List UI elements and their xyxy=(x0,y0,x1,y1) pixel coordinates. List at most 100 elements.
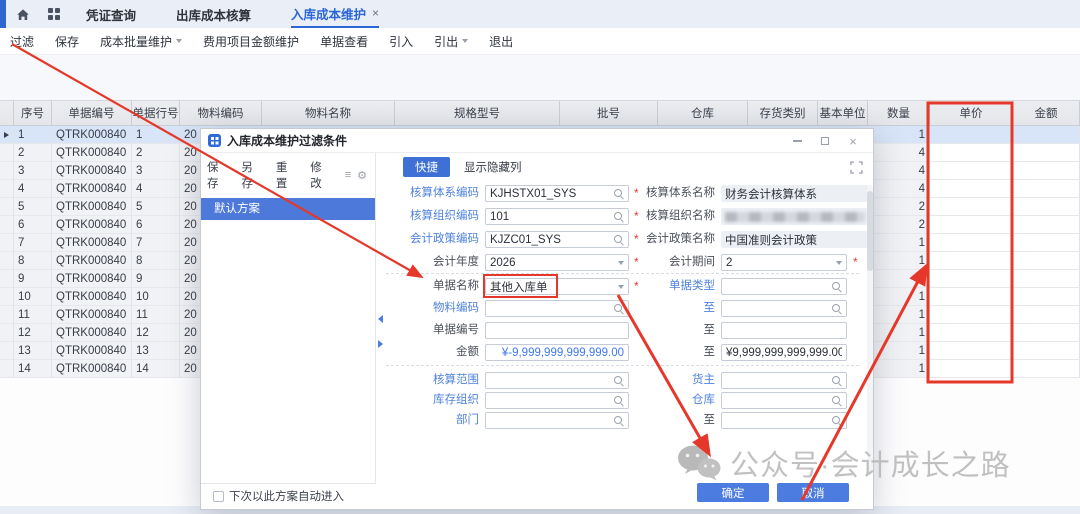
search-icon[interactable] xyxy=(832,396,842,406)
field-单据名称[interactable]: 其他入库单 xyxy=(485,278,629,295)
cell-seq[interactable]: 8 xyxy=(14,252,52,270)
search-icon[interactable] xyxy=(832,282,842,292)
field-单据类型[interactable] xyxy=(721,278,847,295)
chevron-down-icon[interactable] xyxy=(836,261,842,265)
cell-qty[interactable]: 1 xyxy=(868,252,930,270)
cell-doc-no[interactable]: QTRK000840 xyxy=(52,270,132,288)
scrollbar[interactable] xyxy=(867,185,873,475)
scheme-button-修改[interactable]: 修改 xyxy=(310,159,331,191)
cell-unit-price[interactable] xyxy=(930,162,1013,180)
col-header-cell-material-name[interactable]: 物料名称 xyxy=(262,101,395,125)
search-icon[interactable] xyxy=(614,235,624,245)
sort-icon[interactable]: ≡ xyxy=(345,169,351,182)
cell-line-no[interactable]: 8 xyxy=(132,252,180,270)
row-marker[interactable] xyxy=(0,198,14,216)
field-金额[interactable]: ¥-9,999,999,999,999.00 xyxy=(485,344,629,361)
cell-line-no[interactable]: 3 xyxy=(132,162,180,180)
cell-seq[interactable]: 12 xyxy=(14,324,52,342)
cell-unit-price[interactable] xyxy=(930,252,1013,270)
cell-qty[interactable]: 1 xyxy=(868,342,930,360)
cell-unit-price[interactable] xyxy=(930,360,1013,378)
cell-line-no[interactable]: 12 xyxy=(132,324,180,342)
cell-amount[interactable] xyxy=(1013,144,1080,162)
scheme-button-保存[interactable]: 保存 xyxy=(207,159,228,191)
dialog-tab-显示隐藏列[interactable]: 显示隐藏列 xyxy=(464,159,522,175)
search-icon[interactable] xyxy=(614,376,624,386)
expand-icon[interactable] xyxy=(850,161,863,174)
search-icon[interactable] xyxy=(614,189,624,199)
row-marker[interactable] xyxy=(0,234,14,252)
col-header-cell-amount[interactable]: 金额 xyxy=(1013,101,1080,125)
scheme-button-另存[interactable]: 另存 xyxy=(241,159,262,191)
col-header-cell-batch[interactable]: 批号 xyxy=(560,101,658,125)
scheme-item-默认方案[interactable]: 默认方案 xyxy=(201,198,375,220)
cell-qty[interactable]: 1 xyxy=(868,324,930,342)
search-icon[interactable] xyxy=(614,396,624,406)
dialog-title-bar[interactable]: 入库成本维护过滤条件 × xyxy=(201,129,873,153)
row-marker[interactable] xyxy=(0,162,14,180)
minimize-icon[interactable] xyxy=(787,129,807,153)
cell-doc-no[interactable]: QTRK000840 xyxy=(52,288,132,306)
cell-unit-price[interactable] xyxy=(930,324,1013,342)
cell-line-no[interactable]: 6 xyxy=(132,216,180,234)
cell-unit-price[interactable] xyxy=(930,288,1013,306)
home-icon[interactable] xyxy=(16,8,30,21)
cell-seq[interactable]: 7 xyxy=(14,234,52,252)
cell-line-no[interactable]: 1 xyxy=(132,126,180,144)
cell-amount[interactable] xyxy=(1013,216,1080,234)
chevron-down-icon[interactable] xyxy=(618,261,624,265)
row-marker[interactable] xyxy=(0,342,14,360)
col-header-cell-unit-price[interactable]: 单价 xyxy=(930,101,1013,125)
search-icon[interactable] xyxy=(832,416,842,426)
cell-line-no[interactable]: 9 xyxy=(132,270,180,288)
field-货主[interactable] xyxy=(721,372,847,389)
toolbar-button-保存[interactable]: 保存 xyxy=(55,33,79,50)
cell-line-no[interactable]: 10 xyxy=(132,288,180,306)
col-header-cell-base-unit[interactable]: 基本单位 xyxy=(818,101,868,125)
cell-doc-no[interactable]: QTRK000840 xyxy=(52,126,132,144)
cell-seq[interactable]: 11 xyxy=(14,306,52,324)
col-header-cell-doc-no[interactable]: 单据编号 xyxy=(52,101,132,125)
cell-unit-price[interactable] xyxy=(930,234,1013,252)
row-marker[interactable] xyxy=(0,360,14,378)
toolbar-button-引出[interactable]: 引出 xyxy=(434,33,468,50)
close-icon[interactable]: × xyxy=(843,129,863,153)
field-至[interactable]: ¥9,999,999,999,999.00 xyxy=(721,344,847,361)
cell-seq[interactable]: 9 xyxy=(14,270,52,288)
toolbar-button-单据查看[interactable]: 单据查看 xyxy=(320,33,368,50)
cell-doc-no[interactable]: QTRK000840 xyxy=(52,342,132,360)
field-物料编码[interactable] xyxy=(485,300,629,317)
search-icon[interactable] xyxy=(832,376,842,386)
cell-doc-no[interactable]: QTRK000840 xyxy=(52,360,132,378)
cell-seq[interactable]: 14 xyxy=(14,360,52,378)
cell-doc-no[interactable]: QTRK000840 xyxy=(52,234,132,252)
search-icon[interactable] xyxy=(614,212,624,222)
cell-amount[interactable] xyxy=(1013,270,1080,288)
search-icon[interactable] xyxy=(832,304,842,314)
search-icon[interactable] xyxy=(614,304,624,314)
field-会计期间[interactable]: 2 xyxy=(721,254,847,271)
cell-unit-price[interactable] xyxy=(930,144,1013,162)
cell-qty[interactable]: 1 xyxy=(868,288,930,306)
field-至[interactable] xyxy=(721,412,847,429)
cell-doc-no[interactable]: QTRK000840 xyxy=(52,162,132,180)
chevron-down-icon[interactable] xyxy=(618,285,624,289)
row-marker[interactable] xyxy=(0,288,14,306)
cell-unit-price[interactable] xyxy=(930,306,1013,324)
col-header-cell-seq[interactable]: 序号 xyxy=(14,101,52,125)
cell-qty[interactable]: 1 xyxy=(868,306,930,324)
row-marker[interactable] xyxy=(0,252,14,270)
cell-doc-no[interactable]: QTRK000840 xyxy=(52,306,132,324)
cell-amount[interactable] xyxy=(1013,162,1080,180)
cell-amount[interactable] xyxy=(1013,234,1080,252)
tab-出库成本核算[interactable]: 出库成本核算 xyxy=(176,0,251,28)
cell-qty[interactable]: 1 xyxy=(868,126,930,144)
toolbar-button-费用项目金额维护[interactable]: 费用项目金额维护 xyxy=(203,33,299,50)
col-header-cell-line-no[interactable]: 单据行号 xyxy=(132,101,180,125)
apps-grid-icon[interactable] xyxy=(48,8,60,20)
cell-amount[interactable] xyxy=(1013,288,1080,306)
row-marker[interactable] xyxy=(0,270,14,288)
gear-icon[interactable]: ⚙ xyxy=(357,169,367,182)
cell-unit-price[interactable] xyxy=(930,198,1013,216)
field-库存组织[interactable] xyxy=(485,392,629,409)
